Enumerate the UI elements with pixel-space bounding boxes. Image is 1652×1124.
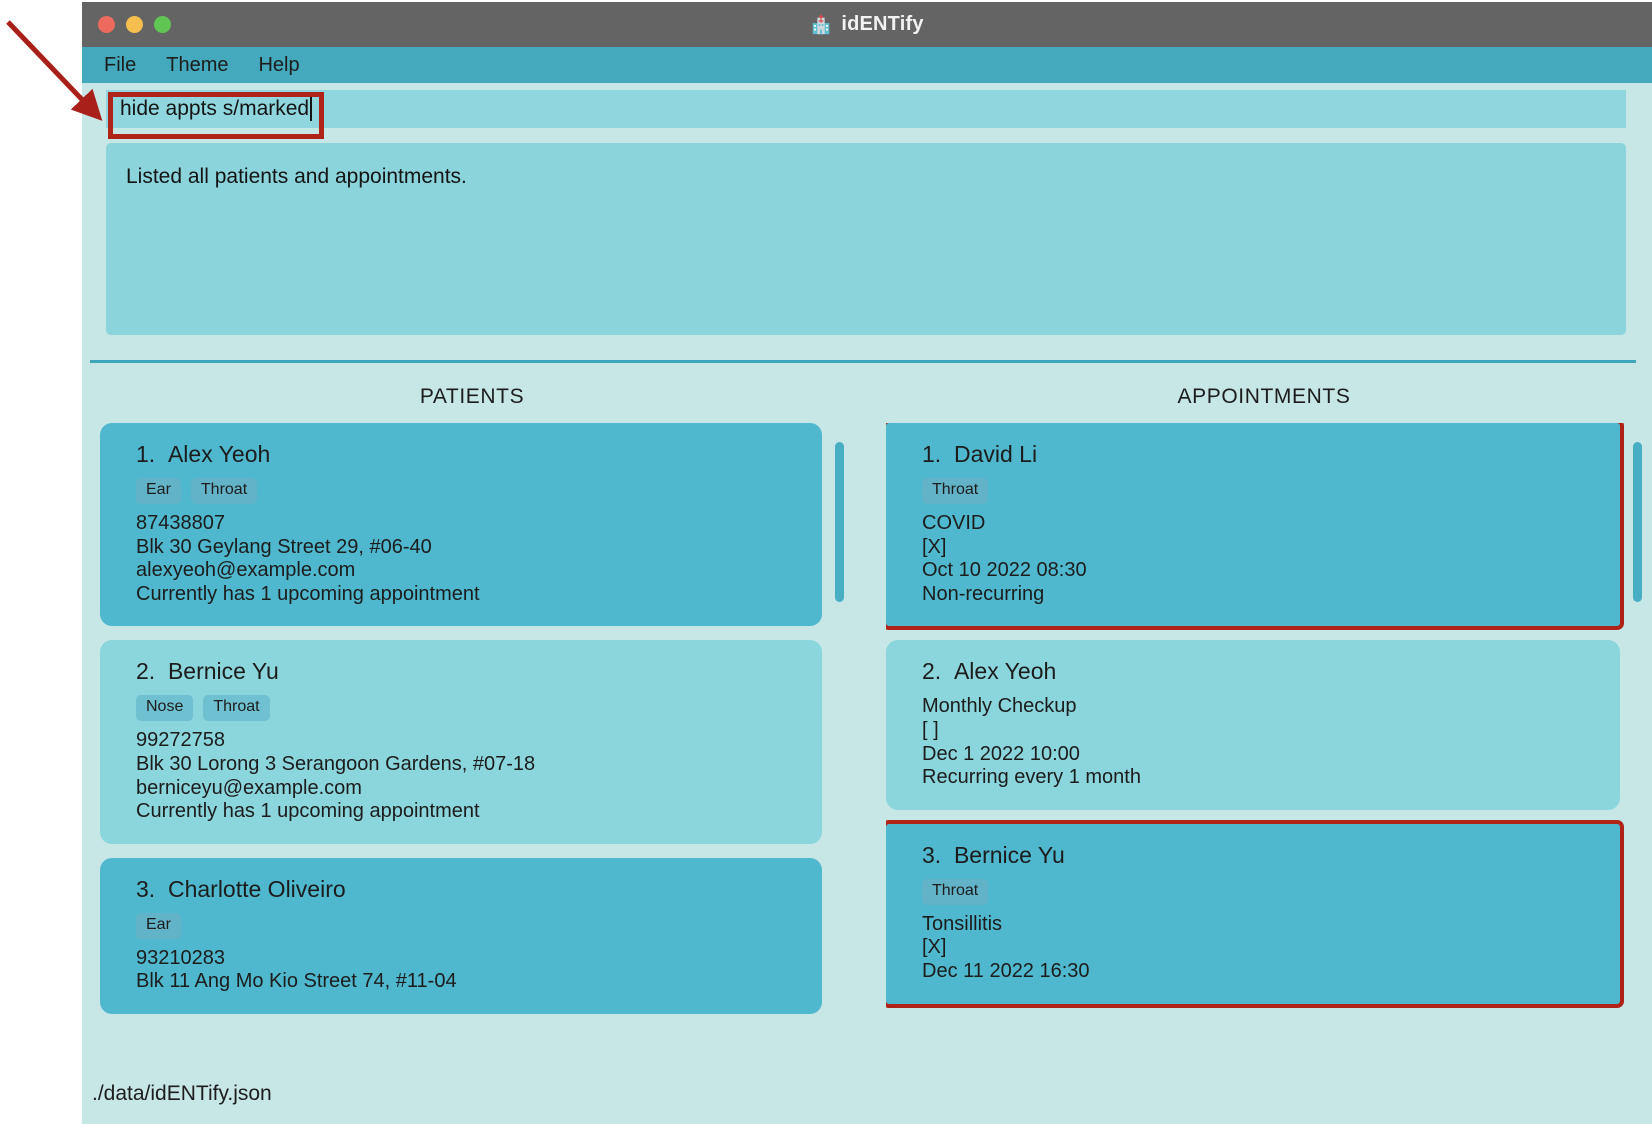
appointment-card-detail: Tonsillitis [922, 912, 1003, 935]
patient-card-title: 3. Charlotte Oliveiro [136, 875, 346, 902]
patients-panel: PATIENTS 1. Alex Yeoh Ear Throat 87438807 Bl… [100, 379, 844, 1064]
tag-badge: Ear [136, 478, 181, 504]
patient-card[interactable]: 1. Alex Yeoh Ear Throat 87438807 Blk 30 Geyl… [100, 423, 822, 627]
appointments-scrollbar-thumb[interactable] [1633, 442, 1642, 603]
patient-card[interactable]: 3. Charlotte Oliveiro Ear 93210283 Blk 11 A… [100, 857, 822, 1014]
patient-card-detail: Currently has 1 upcoming appointment [136, 800, 480, 823]
patient-card-detail: 93210283 [136, 946, 225, 969]
title-bar: idENTify [82, 2, 1652, 47]
patient-card-detail: Blk 11 Ang Mo Kio Street 74, #11-04 [136, 970, 457, 993]
patients-header: PATIENTS [419, 385, 525, 408]
appointment-card-title: 2. Alex Yeoh [922, 658, 1057, 685]
appointment-card-detail: [X] [922, 535, 947, 558]
app-window: idENTify File Theme Help hide appts s/ma… [82, 2, 1652, 1124]
tag-badge: Throat [203, 695, 270, 722]
hospital-icon [810, 14, 832, 36]
appointment-card-detail: Oct 10 2022 08:30 [922, 559, 1087, 582]
appointments-header: APPOINTMENTS [1177, 385, 1351, 408]
appointment-card-detail: Dec 11 2022 16:30 [922, 959, 1090, 982]
patient-card-detail: Currently has 1 upcoming appointment [136, 582, 480, 605]
appointment-card-title: 1. David Li [922, 441, 1038, 467]
tag-list: Ear [136, 912, 802, 939]
patient-card-detail: 87438807 [136, 512, 225, 534]
appointment-card-title: 3. Bernice Yu [922, 841, 1065, 868]
window-title-group: idENTify [82, 13, 1652, 36]
divider-wrapper [82, 343, 1652, 379]
menu-item-file[interactable]: File [104, 54, 136, 77]
patient-card-title: 1. Alex Yeoh [136, 441, 271, 467]
patient-card-detail: alexyeoh@example.com [136, 559, 356, 582]
appointment-card-detail: Dec 1 2022 10:00 [922, 742, 1080, 765]
tag-badge: Throat [922, 878, 989, 905]
appointment-card-detail: COVID [922, 512, 986, 534]
menu-bar: File Theme Help [82, 47, 1652, 83]
tag-list: Nose Throat [136, 695, 802, 722]
patient-card-detail: Blk 30 Geylang Street 29, #06-40 [136, 535, 432, 558]
appointments-panel: APPOINTMENTS 1. David Li Throat COVID [X] Oc… [886, 379, 1642, 1064]
tag-badge: Nose [136, 695, 194, 722]
text-caret [310, 97, 313, 121]
status-bar: ./data/idENTify.json [82, 1064, 1652, 1124]
patient-card-title: 2. Bernice Yu [136, 658, 279, 685]
tag-badge: Ear [136, 912, 181, 939]
command-row: hide appts s/marked [82, 83, 1652, 135]
appointment-card-detail: Recurring every 1 month [922, 766, 1141, 789]
appointment-card-detail: Non-recurring [922, 582, 1045, 605]
minimize-window-button[interactable] [126, 16, 143, 33]
window-controls[interactable] [98, 2, 171, 47]
appointments-scrollbar[interactable] [1633, 423, 1642, 1064]
appointment-card[interactable]: 2. Alex Yeoh Monthly Checkup[ ] Dec 1 2022… [886, 640, 1620, 810]
patients-scrollbar-thumb[interactable] [835, 442, 844, 603]
patients-scrollbar[interactable] [835, 423, 844, 1064]
command-input[interactable]: hide appts s/marked [106, 90, 1626, 128]
menu-item-help[interactable]: Help [258, 54, 299, 77]
result-display-wrapper: Listed all patients and appointments. [82, 135, 1652, 343]
list-panels: PATIENTS 1. Alex Yeoh Ear Throat 87438807 Bl… [82, 379, 1652, 1064]
patient-card-detail: berniceyu@example.com [136, 776, 362, 799]
appointment-card[interactable]: 3. Bernice Yu Throat Tonsillitis [X] Dec 11 … [886, 823, 1620, 1004]
appointment-card-detail: [X] [922, 936, 947, 959]
close-window-button[interactable] [98, 16, 115, 33]
tag-badge: Throat [922, 478, 989, 504]
tag-list: Throat [922, 478, 1600, 504]
tag-list: Ear Throat [136, 478, 802, 504]
patient-card-detail: 99272758 [136, 729, 225, 752]
patient-card[interactable]: 2. Bernice Yu Nose Throat 99272758 Blk 30 Lo… [100, 640, 822, 844]
section-divider [90, 359, 1636, 363]
appointment-list[interactable]: 1. David Li Throat COVID [X] Oct 10 2022 08:… [886, 423, 1642, 1064]
appointment-card[interactable]: 1. David Li Throat COVID [X] Oct 10 2022 08:… [886, 423, 1620, 627]
patient-list[interactable]: 1. Alex Yeoh Ear Throat 87438807 Blk 30 Geyl… [100, 423, 844, 1064]
patient-card-detail: Blk 30 Lorong 3 Serangoon Gardens, #07-1… [136, 752, 536, 775]
tag-list: Throat [922, 878, 1600, 905]
screenshot-root: idENTify File Theme Help hide appts s/ma… [0, 0, 1652, 1124]
tag-badge: Throat [190, 478, 258, 504]
appointment-card-detail: [ ] [922, 718, 939, 741]
save-location-path: ./data/idENTify.json [92, 1082, 272, 1105]
result-display: Listed all patients and appointments. [106, 143, 1626, 335]
appointment-card-detail: Monthly Checkup [922, 695, 1077, 718]
menu-item-theme[interactable]: Theme [166, 54, 228, 77]
maximize-window-button[interactable] [154, 16, 171, 33]
command-input-value: hide appts s/marked [120, 97, 310, 120]
window-title: idENTify [841, 13, 924, 35]
result-message: Listed all patients and appointments. [126, 165, 467, 188]
